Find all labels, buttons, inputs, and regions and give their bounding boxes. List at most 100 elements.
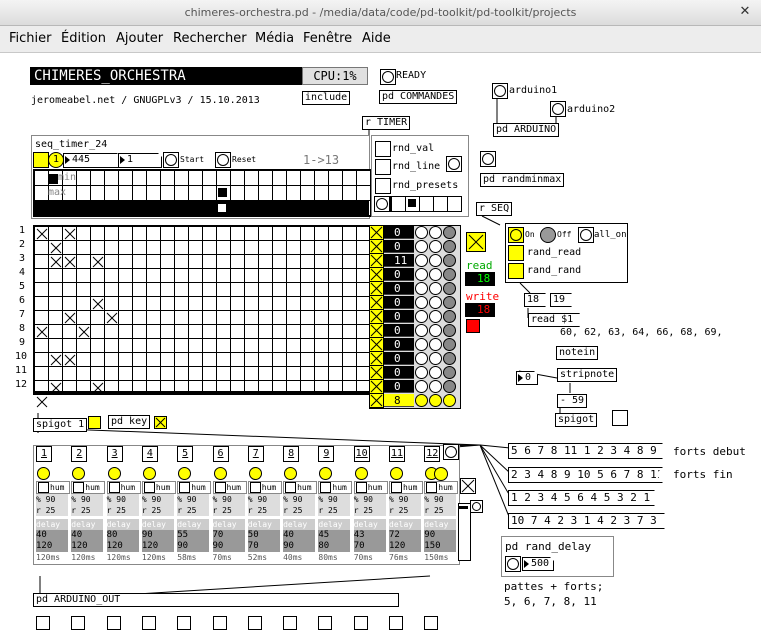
row-bang[interactable] — [429, 352, 442, 365]
arduino1-bang[interactable] — [492, 83, 508, 99]
row-bang[interactable] — [415, 282, 428, 295]
row-bang[interactable] — [429, 338, 442, 351]
channel-d2[interactable]: 90 — [283, 541, 316, 552]
row-bang[interactable] — [443, 268, 456, 281]
write-toggle[interactable] — [466, 319, 480, 333]
channel-r[interactable]: r 25 — [106, 505, 139, 516]
channel-pct[interactable]: % 90 — [247, 494, 280, 505]
channel-number[interactable]: 3 — [106, 446, 123, 462]
channel-r[interactable]: r 25 — [318, 505, 351, 516]
row-bang[interactable] — [415, 254, 428, 267]
all-on-bang[interactable] — [578, 227, 594, 243]
channel-out-toggle[interactable] — [318, 616, 333, 630]
notein-object[interactable]: notein — [556, 346, 599, 360]
preset-bang[interactable] — [374, 196, 390, 212]
channel-pct[interactable]: % 90 — [389, 494, 421, 505]
row-bang[interactable] — [443, 394, 456, 407]
menu-rechercher[interactable]: Rechercher — [173, 31, 247, 46]
channel-out-toggle[interactable] — [141, 616, 156, 630]
row-number[interactable]: 0 — [384, 324, 414, 337]
rnd-presets-toggle[interactable] — [375, 178, 391, 194]
channel-pct[interactable]: % 90 — [283, 494, 316, 505]
close-icon[interactable]: ✕ — [737, 4, 753, 20]
row-bang[interactable] — [443, 338, 456, 351]
channel-out-toggle[interactable] — [247, 616, 262, 630]
row-x-toggle[interactable] — [370, 226, 384, 240]
row-bang[interactable] — [415, 394, 428, 407]
pd-key-toggle[interactable] — [154, 416, 167, 429]
spigot-toggle[interactable] — [612, 410, 628, 426]
channel-number[interactable]: 7 — [247, 446, 264, 462]
note-number[interactable]: 0 — [516, 371, 538, 385]
row-x-toggle[interactable] — [370, 240, 384, 254]
row-bang[interactable] — [443, 366, 456, 379]
channel-r[interactable]: r 25 — [283, 505, 316, 516]
menu-fenetre[interactable]: Fenêtre — [303, 31, 352, 46]
channel-out-toggle[interactable] — [424, 616, 439, 630]
menu-edition[interactable]: Édition — [61, 31, 106, 46]
row-bang[interactable] — [415, 240, 428, 253]
channel-bang[interactable] — [354, 467, 368, 480]
channel-d1[interactable]: 72 — [389, 530, 421, 541]
channel-pct[interactable]: % 90 — [424, 494, 457, 505]
channel-r[interactable]: r 25 — [424, 505, 457, 516]
row-bang[interactable] — [443, 282, 456, 295]
channels-bang[interactable] — [443, 444, 459, 460]
write-number[interactable]: 18 — [465, 303, 495, 317]
channel-out-toggle[interactable] — [389, 616, 403, 630]
row-bang[interactable] — [415, 324, 428, 337]
channel-d2[interactable]: 120 — [141, 541, 174, 552]
channel-pct[interactable]: % 90 — [212, 494, 245, 505]
row-number[interactable]: 0 — [384, 380, 414, 393]
channel-number[interactable]: 4 — [141, 446, 158, 462]
row-bang[interactable] — [443, 240, 456, 253]
rnd-line-bang[interactable] — [446, 156, 462, 172]
row-number[interactable]: 0 — [384, 352, 414, 365]
channel-d2[interactable]: 80 — [318, 541, 351, 552]
row-x-toggle[interactable] — [370, 352, 384, 366]
row-number[interactable]: 0 — [384, 338, 414, 351]
channel-r[interactable]: r 25 — [389, 505, 421, 516]
channel-r[interactable]: r 25 — [141, 505, 174, 516]
row-bang[interactable] — [429, 324, 442, 337]
row-bang[interactable] — [443, 324, 456, 337]
row-bang[interactable] — [415, 380, 428, 393]
channel-number[interactable]: 9 — [318, 446, 335, 462]
row-x-toggle[interactable] — [370, 380, 384, 394]
row-number[interactable]: 0 — [384, 268, 414, 281]
rand-rand-toggle[interactable] — [508, 263, 524, 279]
channel-d1[interactable]: 90 — [141, 530, 174, 541]
channel-number[interactable]: 1 — [36, 446, 52, 462]
channel-r[interactable]: r 25 — [36, 505, 68, 516]
row-bang[interactable] — [429, 254, 442, 267]
r-timer-object[interactable]: r TIMER — [362, 116, 411, 130]
rnd-line-toggle[interactable] — [375, 159, 391, 175]
channel-out-toggle[interactable] — [36, 616, 50, 630]
rand-delay-number[interactable]: 500 — [522, 557, 554, 571]
row-bang[interactable] — [429, 380, 442, 393]
channel-pct[interactable]: % 90 — [177, 494, 210, 505]
reset-bang[interactable] — [215, 152, 231, 168]
channel-r[interactable]: r 25 — [353, 505, 386, 516]
slider-bang[interactable] — [470, 500, 483, 513]
off-bang[interactable] — [540, 227, 556, 243]
row-bang[interactable] — [443, 352, 456, 365]
row-number[interactable]: 0 — [384, 310, 414, 323]
row-number[interactable]: 8 — [384, 394, 414, 407]
row-bang[interactable] — [429, 268, 442, 281]
channel-bang[interactable] — [37, 467, 50, 480]
pd-arduino-object[interactable]: pd ARDUINO — [493, 123, 560, 137]
channel-out-toggle[interactable] — [212, 616, 227, 630]
row-x-toggle[interactable] — [370, 366, 384, 380]
row-bang[interactable] — [415, 366, 428, 379]
channel-d1[interactable]: 90 — [424, 530, 457, 541]
row-x-toggle[interactable] — [370, 324, 384, 338]
channel-pct[interactable]: % 90 — [318, 494, 351, 505]
spigot-object[interactable]: spigot — [555, 413, 598, 427]
pd-randminmax-object[interactable]: pd randminmax — [480, 173, 565, 187]
row-number[interactable]: 0 — [384, 226, 414, 239]
global-x-toggle[interactable] — [466, 232, 486, 252]
channel-out-toggle[interactable] — [106, 616, 121, 630]
start-bang[interactable] — [163, 152, 179, 168]
channel-d2[interactable]: 70 — [247, 541, 280, 552]
